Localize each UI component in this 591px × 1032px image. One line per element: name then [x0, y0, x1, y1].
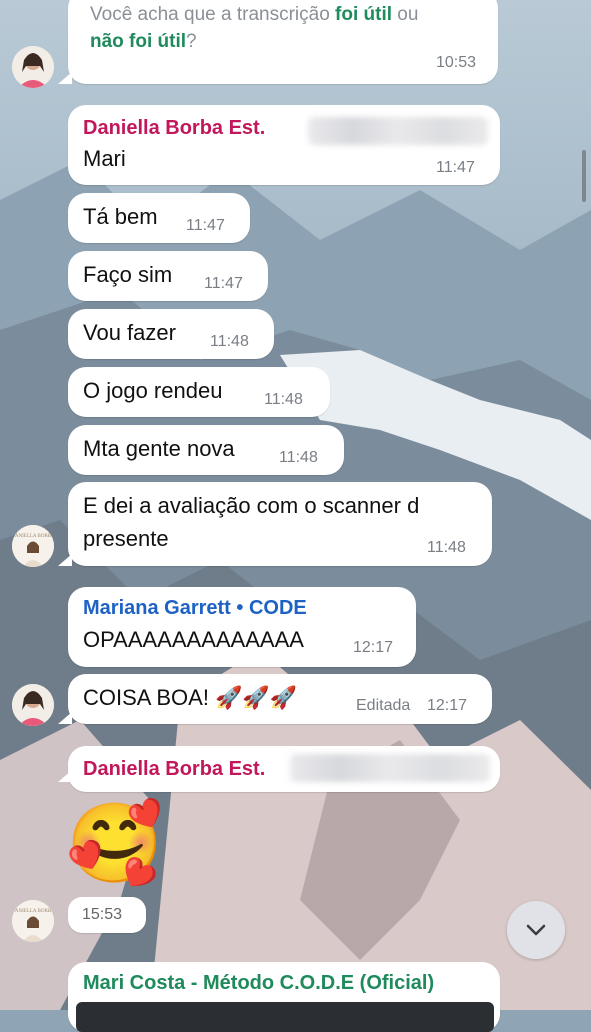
- not-helpful-link[interactable]: não foi útil: [90, 31, 186, 52]
- poll-text-or: ou: [392, 4, 419, 25]
- svg-text:DANIELLA BORBA: DANIELLA BORBA: [12, 909, 54, 914]
- avatar[interactable]: [12, 46, 54, 88]
- message-bubble[interactable]: Daniella Borba Est. Mari 11:47: [68, 105, 500, 185]
- message-time: 11:47: [436, 159, 475, 176]
- message-bubble[interactable]: Vou fazer 11:48: [68, 309, 274, 359]
- message-time: 11:48: [427, 539, 466, 556]
- message-text-line2: não foi útil?: [90, 31, 197, 53]
- message-bubble[interactable]: O jogo rendeu 11:48: [68, 367, 330, 417]
- scrollbar[interactable]: [582, 150, 586, 202]
- message-text: Faço sim: [83, 262, 173, 287]
- message-time: 12:17: [427, 697, 468, 714]
- message-bubble[interactable]: Mariana Garrett • CODE OPAAAAAAAAAAAAA 1…: [68, 587, 416, 667]
- helpful-link[interactable]: foi útil: [335, 4, 392, 25]
- avatar[interactable]: DANIELLA BORBA: [12, 900, 54, 942]
- bubble-tail: [58, 554, 72, 566]
- svg-text:DANIELLA BORBA: DANIELLA BORBA: [12, 534, 54, 539]
- message-text: Você acha que a transcrição foi útil ou: [90, 4, 418, 26]
- bubble-tail: [58, 72, 72, 84]
- message-text: E dei a avaliação com o scanner d: [83, 493, 420, 518]
- redacted-phone: [290, 754, 490, 782]
- message-text: Mta gente nova: [83, 436, 235, 461]
- message-time: 12:17: [353, 639, 394, 656]
- media-preview[interactable]: [76, 1002, 494, 1032]
- message-bubble[interactable]: Mta gente nova 11:48: [68, 425, 344, 475]
- message-text: Vou fazer: [83, 320, 176, 345]
- message-bubble[interactable]: Mari Costa - Método C.O.D.E (Oficial): [68, 962, 500, 1032]
- sender-header-bubble[interactable]: Daniella Borba Est.: [68, 746, 500, 792]
- message-time: 11:47: [204, 275, 243, 292]
- poll-text: Você acha que a transcrição: [90, 4, 336, 25]
- emoji-message[interactable]: 🥰: [66, 798, 163, 888]
- chevron-down-icon: [526, 924, 546, 936]
- message-bubble[interactable]: Faço sim 11:47: [68, 251, 268, 301]
- message-text: Tá bem: [83, 204, 158, 229]
- avatar[interactable]: [12, 684, 54, 726]
- poll-text-suffix: ?: [186, 31, 197, 52]
- message-bubble[interactable]: Tá bem 11:47: [68, 193, 250, 243]
- avatar[interactable]: DANIELLA BORBA: [12, 525, 54, 567]
- message-bubble[interactable]: Você acha que a transcrição foi útil ou …: [68, 0, 498, 84]
- message-time: 11:48: [210, 333, 249, 350]
- message-bubble[interactable]: COISA BOA! 🚀🚀🚀 Editada 12:17: [68, 674, 492, 724]
- time-bubble: 15:53: [68, 897, 146, 933]
- message-time: 15:53: [82, 906, 123, 923]
- sender-name[interactable]: Mariana Garrett • CODE: [83, 597, 307, 620]
- sender-name[interactable]: Daniella Borba Est.: [83, 117, 265, 140]
- message-time: 11:48: [264, 391, 303, 408]
- edited-label: Editada: [356, 697, 411, 714]
- scroll-down-button[interactable]: [507, 901, 565, 959]
- bubble-tail: [58, 712, 72, 724]
- message-text: Mari: [83, 146, 126, 171]
- message-text: COISA BOA! 🚀🚀🚀: [83, 685, 298, 710]
- message-text: OPAAAAAAAAAAAAA: [83, 627, 304, 652]
- sender-name[interactable]: Daniella Borba Est.: [83, 758, 265, 781]
- message-text-line2: presente: [83, 526, 169, 551]
- message-time: 11:48: [279, 449, 318, 466]
- redacted-phone: [308, 117, 488, 145]
- bubble-tail: [58, 770, 72, 782]
- message-bubble[interactable]: E dei a avaliação com o scanner d presen…: [68, 482, 492, 566]
- sender-name[interactable]: Mari Costa - Método C.O.D.E (Oficial): [83, 972, 434, 995]
- message-time: 11:47: [186, 217, 225, 234]
- message-time: 10:53: [436, 54, 477, 71]
- message-text: O jogo rendeu: [83, 378, 223, 403]
